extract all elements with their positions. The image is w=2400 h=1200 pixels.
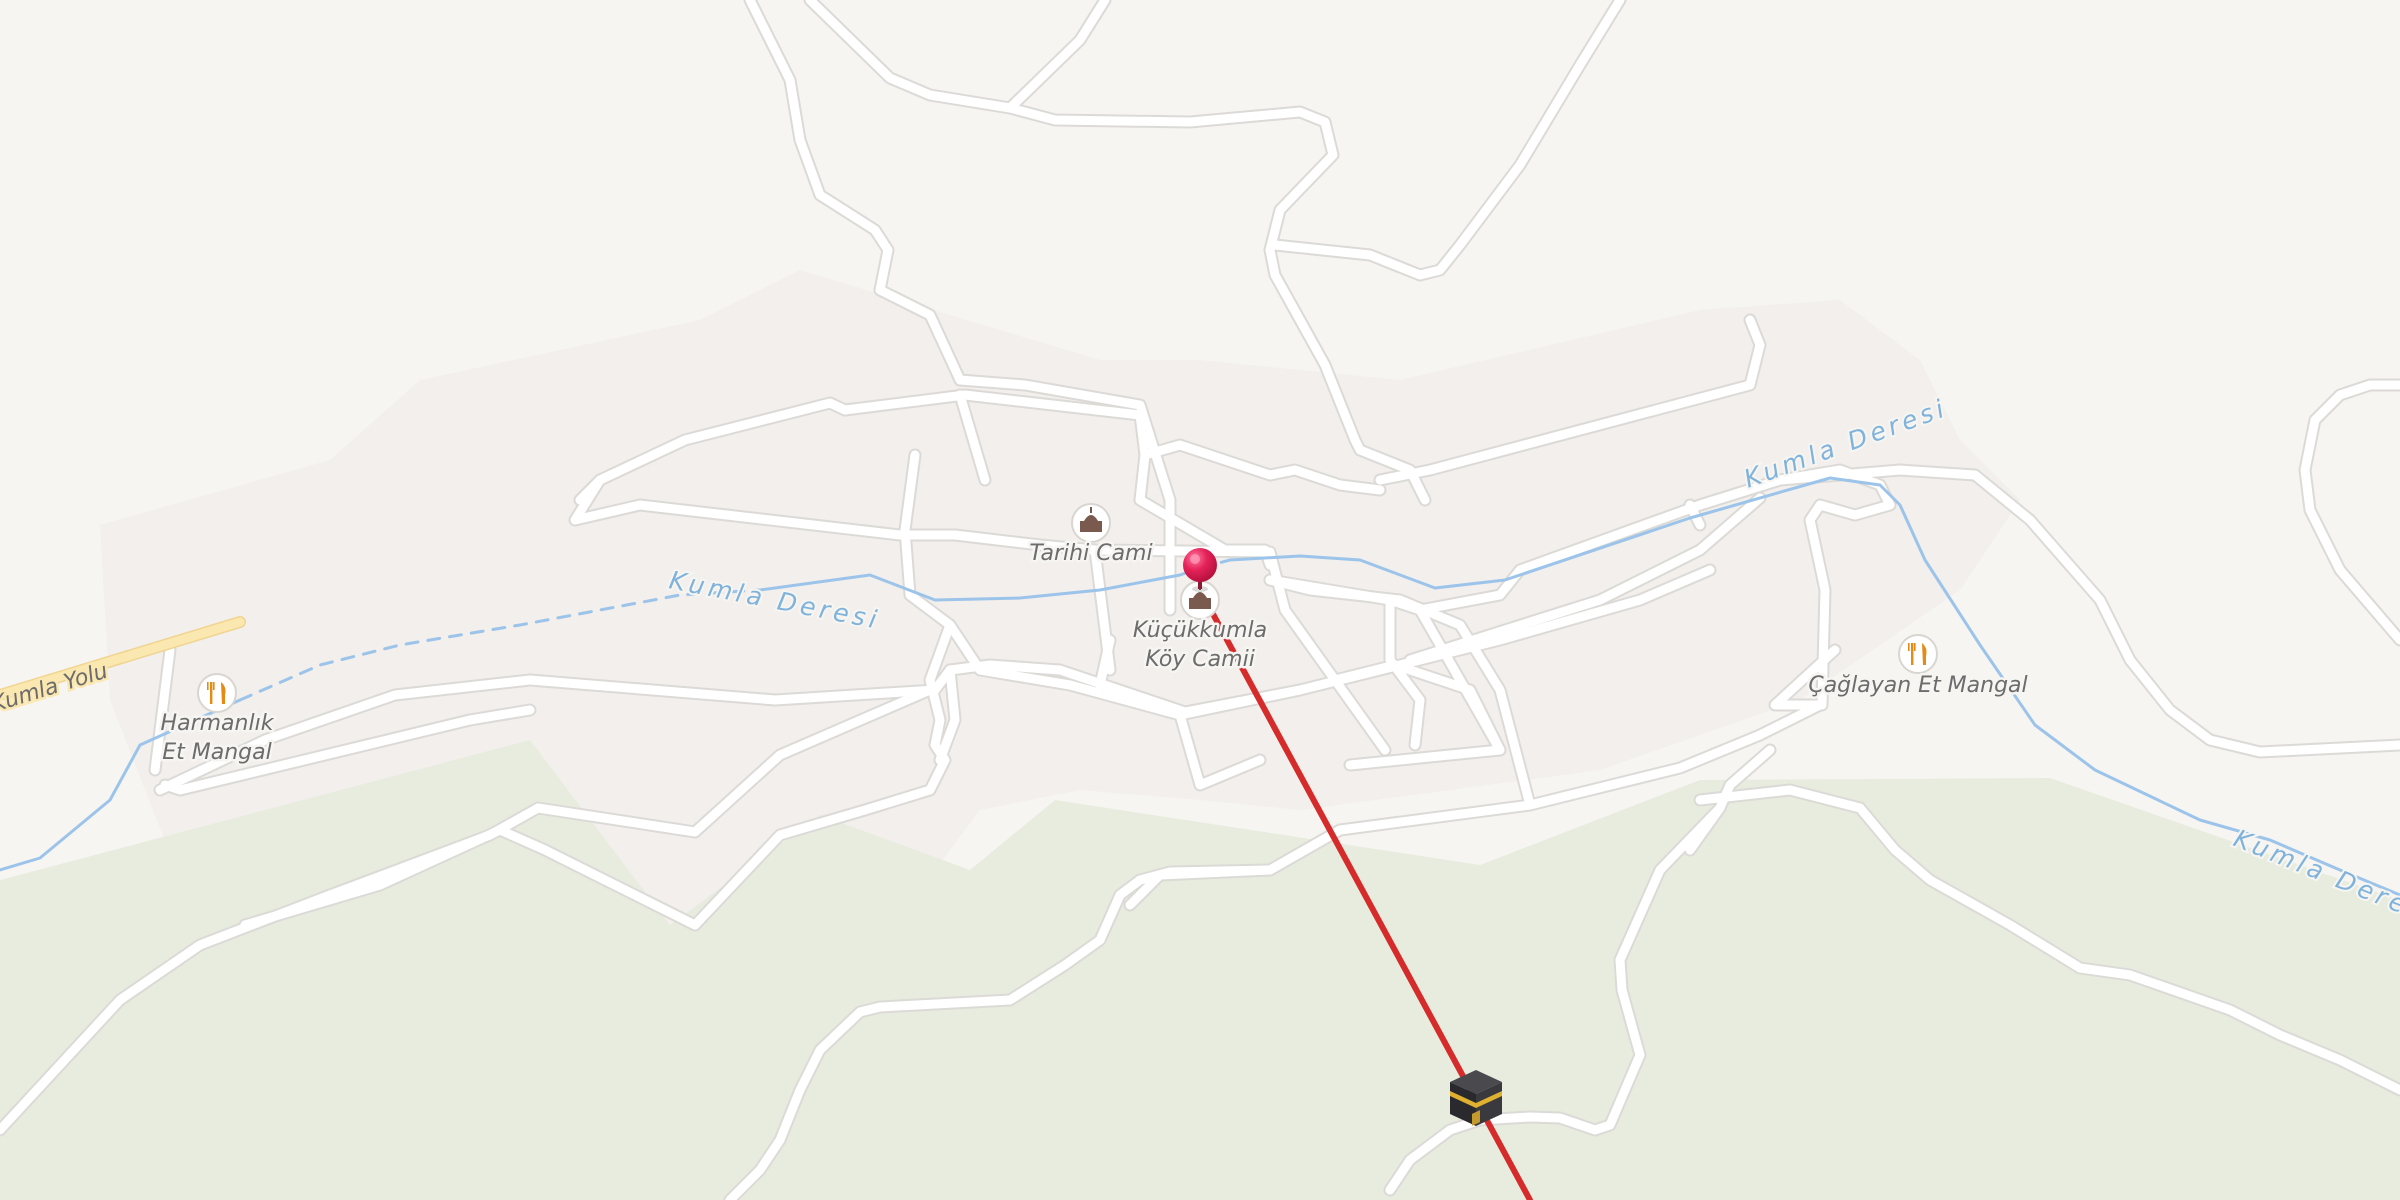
fork-knife-icon: [1898, 634, 1938, 674]
poi-label-line-1: Harmanlık: [161, 711, 275, 736]
poi-label-line-1: Küçükkumla: [1133, 618, 1267, 643]
fork-knife-icon: [197, 673, 237, 713]
kaaba-icon[interactable]: [1450, 1070, 1502, 1126]
poi-label: Tarihi Cami: [1029, 541, 1152, 566]
map-view[interactable]: Kumla Deresi Kumla Deresi Kumla Deresi K…: [0, 0, 2400, 1200]
poi-label-line-2: Et Mangal: [162, 740, 271, 765]
poi-label-line-2: Köy Camii: [1145, 647, 1255, 672]
poi-label: Çağlayan Et Mangal: [1808, 673, 2027, 698]
mosque-icon: [1071, 503, 1111, 543]
